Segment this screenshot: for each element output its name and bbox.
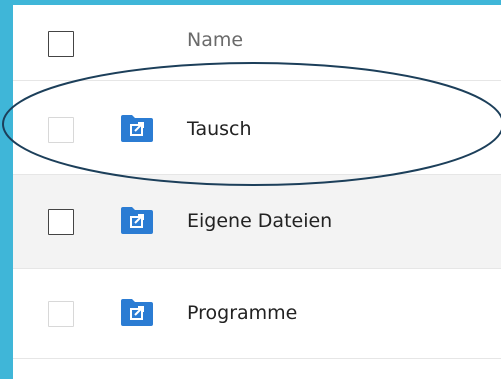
row-checkbox[interactable] xyxy=(48,209,74,235)
shared-folder-icon xyxy=(121,299,153,326)
row-checkbox[interactable] xyxy=(48,117,74,143)
item-name[interactable]: Eigene Dateien xyxy=(187,210,332,232)
list-item[interactable]: Eigene Dateien xyxy=(13,175,501,269)
item-name[interactable]: Tausch xyxy=(187,118,252,140)
list-item[interactable]: Tausch xyxy=(13,81,501,175)
list-item[interactable]: Programme xyxy=(13,269,501,359)
shared-folder-icon xyxy=(121,207,153,234)
row-checkbox[interactable] xyxy=(48,301,74,327)
select-all-checkbox[interactable] xyxy=(48,31,74,57)
item-name[interactable]: Programme xyxy=(187,302,297,324)
name-column-header[interactable]: Name xyxy=(187,29,243,51)
list-header: Name xyxy=(13,5,501,81)
file-list: Name Tausch Eigene Dateien Programme xyxy=(13,5,501,379)
frame-left-edge xyxy=(0,0,13,379)
shared-folder-icon xyxy=(121,115,153,142)
list-item-partial xyxy=(13,359,501,379)
